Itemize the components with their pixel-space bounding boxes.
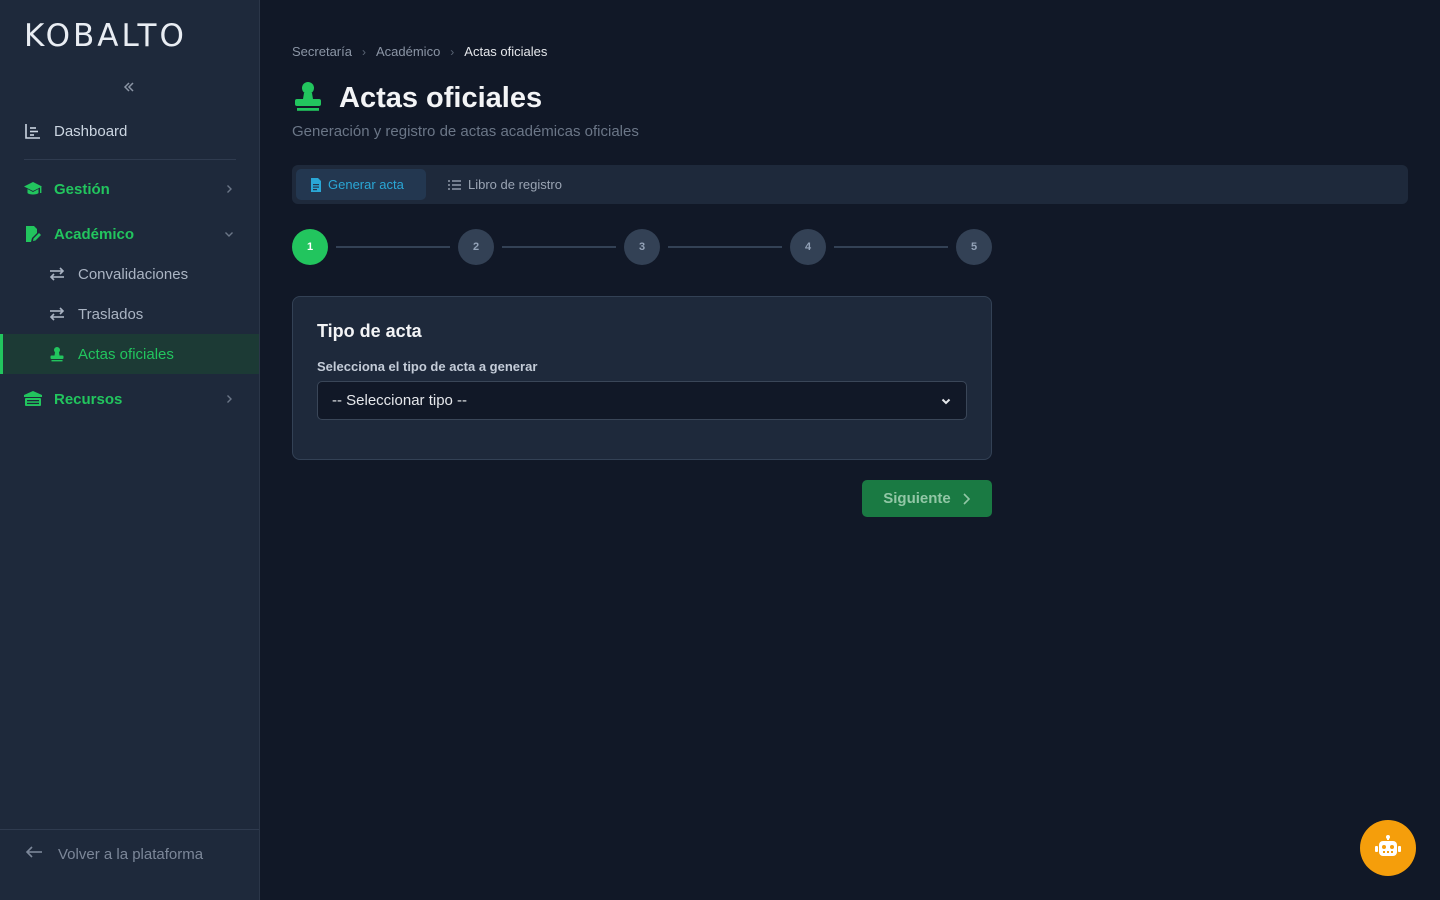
step-3: 3 bbox=[624, 229, 660, 265]
breadcrumb-item[interactable]: Académico bbox=[376, 44, 440, 59]
stamp-icon bbox=[47, 344, 67, 364]
collapse-sidebar-button[interactable] bbox=[118, 76, 140, 98]
sidebar-group-recursos[interactable]: Recursos bbox=[0, 379, 259, 419]
sidebar-item-dashboard[interactable]: Dashboard bbox=[0, 111, 259, 151]
next-button-label: Siguiente bbox=[883, 490, 951, 507]
document-edit-icon bbox=[23, 224, 43, 244]
sidebar-group-gestion[interactable]: Gestión bbox=[0, 169, 259, 209]
breadcrumb: Secretaría › Académico › Actas oficiales bbox=[292, 44, 547, 59]
arrow-left-icon bbox=[24, 844, 44, 865]
next-button[interactable]: Siguiente bbox=[862, 480, 992, 517]
chevron-down-icon bbox=[940, 395, 952, 407]
sidebar-group-label: Recursos bbox=[54, 390, 123, 408]
tab-libro-registro[interactable]: Libro de registro bbox=[434, 169, 576, 200]
double-chevron-left-icon bbox=[123, 82, 134, 92]
chevron-down-icon bbox=[222, 227, 236, 241]
field-label: Selecciona el tipo de acta a generar bbox=[317, 359, 538, 374]
stepper: 1 2 3 4 5 bbox=[292, 229, 992, 265]
breadcrumb-separator-icon: › bbox=[361, 44, 366, 59]
tipo-acta-card: Tipo de acta Selecciona el tipo de acta … bbox=[292, 296, 992, 460]
page-title: Actas oficiales bbox=[339, 82, 543, 114]
step-connector bbox=[834, 246, 948, 248]
swap-icon bbox=[47, 264, 67, 284]
graduation-cap-icon bbox=[23, 179, 43, 199]
breadcrumb-item[interactable]: Secretaría bbox=[292, 44, 352, 59]
chevron-right-icon bbox=[222, 392, 236, 406]
tab-label: Generar acta bbox=[328, 177, 404, 192]
list-icon bbox=[448, 179, 462, 191]
tabs-bar: Generar acta Libro de registro bbox=[292, 165, 1408, 204]
chevron-right-icon bbox=[222, 182, 236, 196]
sidebar-item-label: Convalidaciones bbox=[78, 265, 189, 283]
card-title: Tipo de acta bbox=[317, 321, 422, 341]
sidebar-group-label: Académico bbox=[54, 225, 135, 243]
sidebar: KOBALTO Dashboard Gestión Académico Conv… bbox=[0, 0, 260, 900]
chart-icon bbox=[23, 121, 43, 141]
tipo-acta-select[interactable]: -- Seleccionar tipo -- bbox=[317, 381, 967, 420]
page-header: Actas oficiales bbox=[292, 80, 542, 117]
sidebar-item-actas-oficiales[interactable]: Actas oficiales bbox=[0, 334, 259, 374]
sidebar-group-label: Gestión bbox=[54, 180, 110, 198]
step-connector bbox=[668, 246, 782, 248]
step-connector bbox=[336, 246, 450, 248]
brand-logo[interactable]: KOBALTO bbox=[24, 18, 187, 54]
breadcrumb-separator-icon: › bbox=[450, 44, 455, 59]
back-link-label: Volver a la plataforma bbox=[58, 845, 204, 863]
step-1: 1 bbox=[292, 229, 328, 265]
step-4: 4 bbox=[790, 229, 826, 265]
step-connector bbox=[502, 246, 616, 248]
sidebar-item-traslados[interactable]: Traslados bbox=[0, 294, 259, 334]
document-icon bbox=[310, 177, 322, 192]
sidebar-item-label: Dashboard bbox=[54, 122, 128, 140]
sidebar-item-label: Traslados bbox=[78, 305, 144, 323]
sidebar-footer-divider bbox=[0, 829, 259, 830]
back-to-platform-link[interactable]: Volver a la plataforma bbox=[0, 834, 259, 874]
sidebar-group-academico[interactable]: Académico bbox=[0, 214, 259, 254]
step-2: 2 bbox=[458, 229, 494, 265]
robot-icon bbox=[1375, 835, 1401, 856]
swap-icon bbox=[47, 304, 67, 324]
tab-label: Libro de registro bbox=[468, 177, 562, 192]
step-5: 5 bbox=[956, 229, 992, 265]
breadcrumb-current: Actas oficiales bbox=[464, 44, 548, 59]
sidebar-divider bbox=[24, 159, 236, 160]
select-value: -- Seleccionar tipo -- bbox=[332, 392, 468, 409]
chevron-right-icon bbox=[961, 492, 971, 506]
active-indicator bbox=[0, 334, 3, 374]
tab-generar-acta[interactable]: Generar acta bbox=[296, 169, 426, 200]
stamp-icon bbox=[292, 80, 324, 117]
sidebar-item-label: Actas oficiales bbox=[78, 345, 174, 363]
page-subtitle: Generación y registro de actas académica… bbox=[292, 123, 639, 140]
assistant-bot-button[interactable] bbox=[1360, 820, 1416, 876]
sidebar-item-convalidaciones[interactable]: Convalidaciones bbox=[0, 254, 259, 294]
building-icon bbox=[23, 389, 43, 409]
